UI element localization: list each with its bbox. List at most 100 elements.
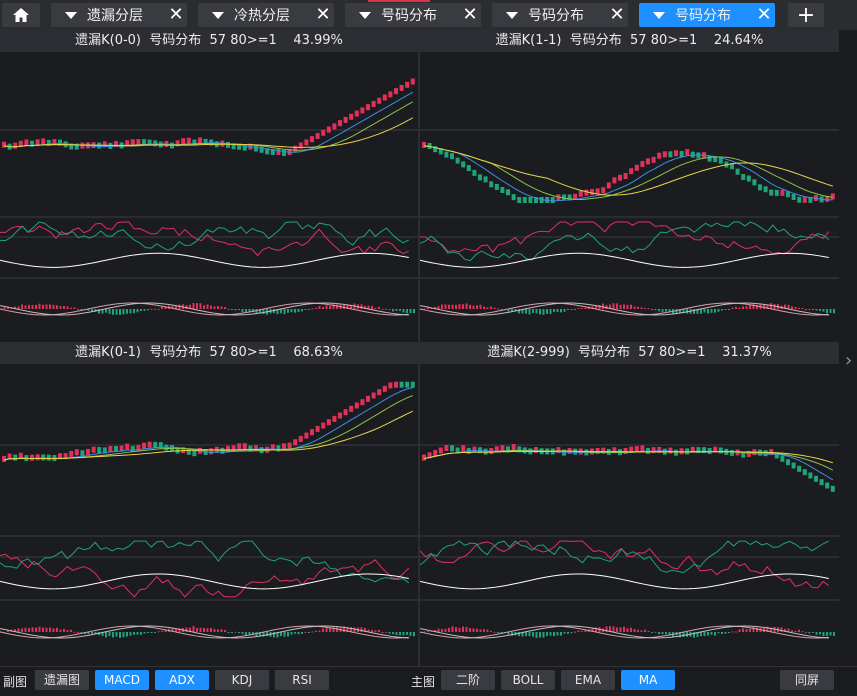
close-icon[interactable]: ✕ bbox=[165, 3, 187, 27]
macd-bar bbox=[322, 306, 324, 309]
sub-button-rsi[interactable]: RSI bbox=[275, 670, 329, 690]
macd-bar bbox=[738, 307, 741, 309]
macd-bar bbox=[749, 628, 751, 632]
macd-bar bbox=[77, 631, 79, 633]
candle bbox=[758, 184, 762, 191]
macd-bar bbox=[556, 632, 559, 636]
candle bbox=[461, 445, 466, 452]
close-icon[interactable]: ✕ bbox=[312, 3, 334, 27]
macd-bar bbox=[511, 309, 513, 312]
tab-3[interactable]: 号码分布 ✕ bbox=[345, 3, 481, 27]
add-tab-button[interactable]: + bbox=[788, 3, 824, 28]
macd-bar bbox=[528, 309, 531, 315]
macd-bar bbox=[714, 309, 716, 313]
chevron-right-icon[interactable]: › bbox=[845, 350, 852, 371]
home-button[interactable] bbox=[2, 3, 40, 27]
chevron-down-icon[interactable] bbox=[212, 11, 224, 19]
chevron-down-icon[interactable] bbox=[359, 11, 371, 19]
candle bbox=[315, 132, 320, 139]
kline-chart[interactable] bbox=[0, 364, 418, 666]
tab-1[interactable]: 遗漏分层 ✕ bbox=[51, 3, 187, 27]
macd-bar bbox=[707, 632, 709, 636]
macd-bar bbox=[623, 626, 625, 632]
tab-bar: 遗漏分层 ✕ 冷热分层 ✕ 号码分布 ✕ 号码分布 ✕ 号码分布 ✕ + bbox=[0, 0, 857, 30]
tab-2[interactable]: 冷热分层 ✕ bbox=[198, 3, 334, 27]
macd-bar bbox=[220, 629, 223, 632]
macd-bar bbox=[623, 304, 625, 309]
sub-button-adx[interactable]: ADX bbox=[155, 670, 209, 690]
sub-button-kdj[interactable]: KDJ bbox=[215, 670, 269, 690]
candle bbox=[640, 445, 645, 452]
chevron-down-icon[interactable] bbox=[506, 11, 518, 19]
sub-button-macd[interactable]: MACD bbox=[95, 670, 149, 690]
macd-bar bbox=[360, 627, 363, 632]
main-button-boll[interactable]: BOLL bbox=[501, 670, 555, 690]
candle bbox=[825, 482, 830, 489]
macd-bar bbox=[486, 629, 489, 632]
close-icon[interactable]: ✕ bbox=[753, 3, 775, 27]
candle bbox=[517, 197, 522, 203]
macd-bar bbox=[157, 631, 160, 633]
candle bbox=[410, 78, 415, 85]
candle bbox=[304, 139, 309, 146]
tab-5-active[interactable]: 号码分布 ✕ bbox=[639, 3, 775, 27]
macd-bar bbox=[3, 307, 6, 309]
indicator-line bbox=[0, 252, 409, 268]
tab-4[interactable]: 号码分布 ✕ bbox=[492, 3, 628, 27]
candle bbox=[830, 193, 835, 200]
macd-bar bbox=[308, 309, 310, 310]
macd-bar bbox=[143, 309, 146, 311]
close-icon[interactable]: ✕ bbox=[606, 3, 628, 27]
chart-pane-0-1[interactable]: 遗漏K(0-1) 号码分布 57 80>=1 68.63% bbox=[0, 342, 418, 666]
macd-bar bbox=[325, 305, 328, 309]
macd-bar bbox=[402, 632, 405, 636]
macd-bar bbox=[651, 632, 653, 633]
main-button-ema[interactable]: EMA bbox=[561, 670, 615, 690]
macd-bar bbox=[122, 309, 125, 315]
macd-bar bbox=[238, 309, 240, 310]
macd-bar bbox=[654, 631, 657, 633]
macd-bar bbox=[49, 627, 51, 632]
kline-chart[interactable] bbox=[420, 52, 839, 342]
kline-chart[interactable] bbox=[420, 364, 839, 666]
macd-bar bbox=[224, 630, 226, 632]
macd-bar bbox=[633, 628, 636, 632]
macd-bar bbox=[108, 632, 111, 637]
candle bbox=[780, 455, 785, 462]
candle bbox=[674, 150, 678, 157]
macd-bar bbox=[469, 628, 471, 632]
close-icon[interactable]: ✕ bbox=[459, 3, 481, 27]
candle bbox=[80, 450, 85, 457]
candle bbox=[780, 189, 785, 196]
macd-bar bbox=[213, 306, 216, 309]
kline-chart[interactable] bbox=[0, 52, 418, 342]
macd-bar bbox=[371, 306, 373, 309]
macd-bar bbox=[721, 309, 723, 311]
macd-bar bbox=[24, 305, 27, 309]
chart-pane-2-999[interactable]: 遗漏K(2-999) 号码分布 57 80>=1 31.37% bbox=[420, 342, 839, 666]
candle bbox=[35, 139, 40, 146]
candle bbox=[444, 445, 449, 452]
pane-divider[interactable] bbox=[418, 30, 420, 666]
candle bbox=[472, 446, 477, 453]
macd-bar bbox=[119, 309, 121, 315]
candle bbox=[226, 141, 230, 148]
macd-bar bbox=[668, 309, 671, 312]
macd-bar bbox=[703, 632, 706, 637]
main-button-ma[interactable]: MA bbox=[621, 670, 675, 690]
candle bbox=[153, 441, 158, 448]
main-button-second-order[interactable]: 二阶 bbox=[441, 670, 495, 690]
macd-bar bbox=[553, 632, 555, 637]
macd-bar bbox=[297, 632, 300, 635]
macd-bar bbox=[413, 632, 415, 637]
same-screen-button[interactable]: 同屏 bbox=[780, 670, 834, 690]
candle bbox=[130, 139, 135, 146]
chart-pane-1-1[interactable]: 遗漏K(1-1) 号码分布 57 80>=1 24.64% bbox=[420, 30, 839, 342]
candle bbox=[360, 399, 365, 406]
chevron-down-icon[interactable] bbox=[653, 11, 665, 19]
candle bbox=[377, 389, 382, 396]
chart-pane-0-0[interactable]: 遗漏K(0-0) 号码分布 57 80>=1 43.99% bbox=[0, 30, 418, 342]
candle bbox=[634, 164, 639, 171]
sub-button-omission[interactable]: 遗漏图 bbox=[35, 670, 89, 690]
chevron-down-icon[interactable] bbox=[65, 11, 77, 19]
